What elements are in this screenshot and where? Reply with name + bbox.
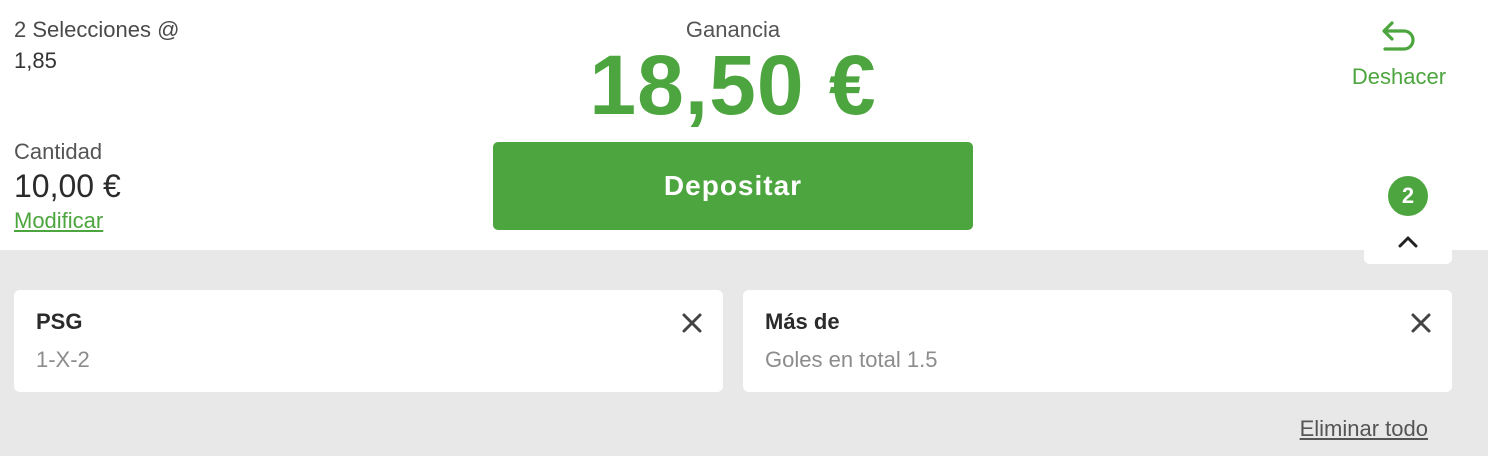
selections-count-label: 2 Selecciones @ bbox=[14, 17, 180, 42]
close-icon[interactable] bbox=[1410, 312, 1432, 334]
selection-market: Goles en total 1.5 bbox=[765, 347, 938, 372]
quantity-label: Cantidad bbox=[14, 139, 103, 164]
chevron-up-icon bbox=[1398, 236, 1418, 248]
selections-count-badge: 2 bbox=[1388, 176, 1428, 216]
undo-arrow-icon bbox=[1382, 21, 1415, 51]
quantity-value: 10,00 € bbox=[14, 168, 121, 204]
combined-odds: 1,85 bbox=[14, 48, 57, 73]
selection-market: 1-X-2 bbox=[36, 347, 90, 372]
undo-button[interactable]: Deshacer bbox=[1338, 18, 1460, 92]
selection-title: Más de bbox=[765, 309, 840, 334]
selection-title: PSG bbox=[36, 309, 83, 334]
selection-card: Más de Goles en total 1.5 bbox=[743, 290, 1452, 392]
selection-card: PSG 1-X-2 bbox=[14, 290, 723, 392]
deposit-button[interactable]: Depositar bbox=[493, 142, 973, 230]
modify-link[interactable]: Modificar bbox=[14, 208, 103, 234]
close-icon[interactable] bbox=[681, 312, 703, 334]
undo-label: Deshacer bbox=[1351, 64, 1447, 89]
remove-all-link[interactable]: Eliminar todo bbox=[1300, 416, 1428, 442]
gain-value: 18,50 € bbox=[589, 38, 877, 132]
collapse-betslip-toggle[interactable]: 2 bbox=[1364, 164, 1452, 264]
betslip-summary-panel: 2 Selecciones @ 1,85 Cantidad 10,00 € Mo… bbox=[0, 0, 1488, 250]
